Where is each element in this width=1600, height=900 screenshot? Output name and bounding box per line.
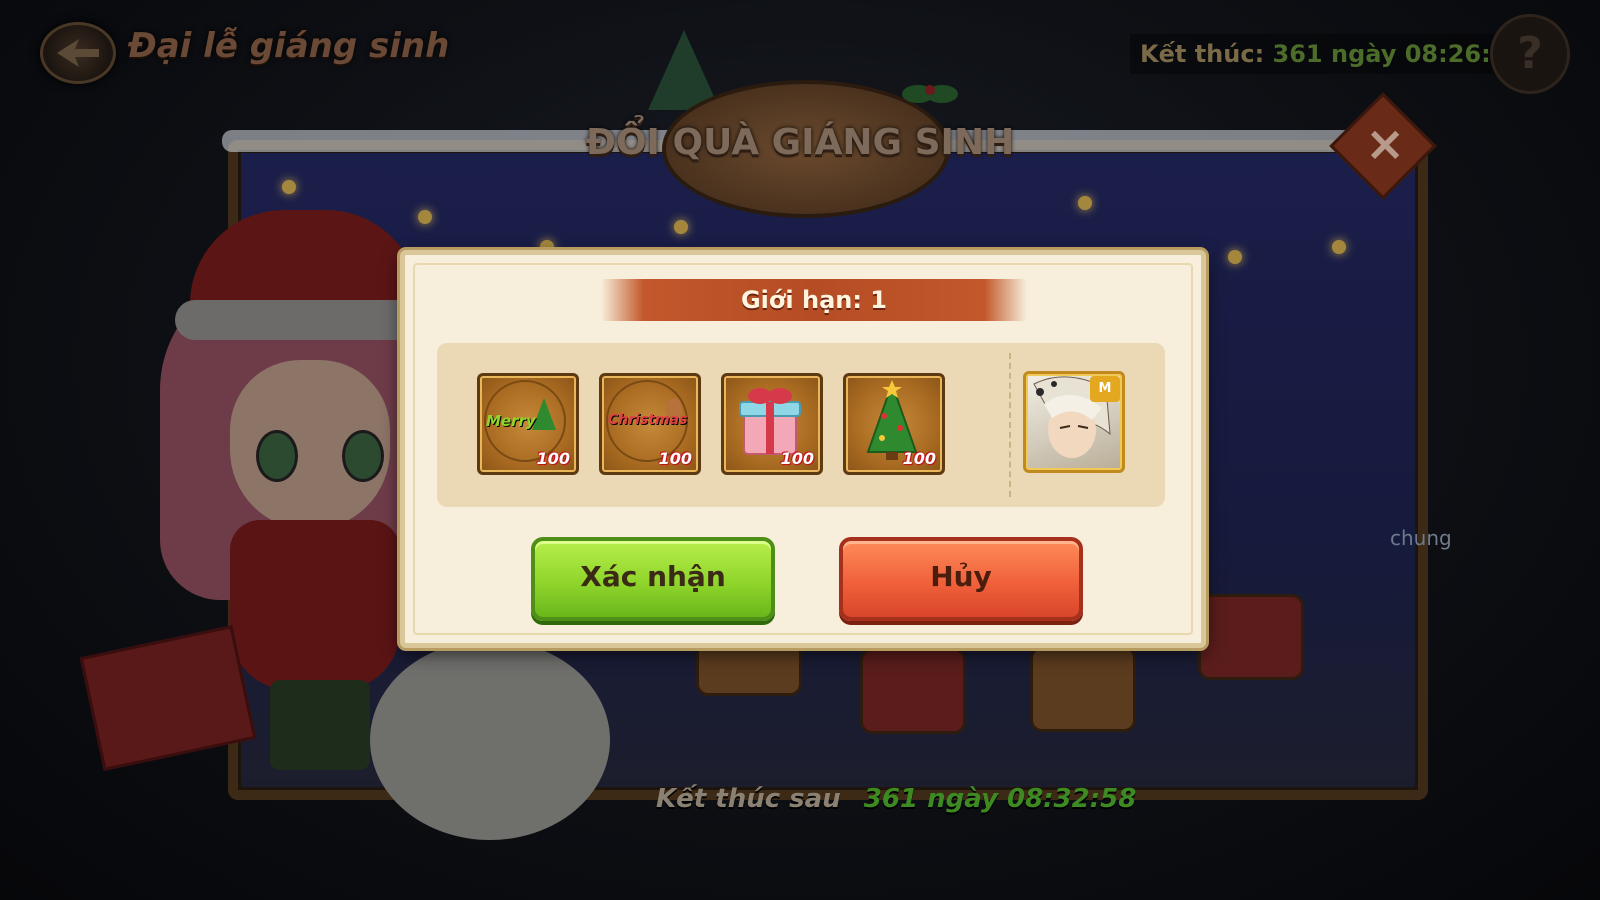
footer-timer: Kết thúc sau 361 ngày 08:32:58 [656, 784, 1136, 814]
cost-item-christmas-tree[interactable]: 100 [843, 373, 945, 475]
gift-sack [370, 640, 610, 840]
gift-box[interactable] [1030, 646, 1136, 732]
rank-badge: M [1090, 376, 1120, 402]
cancel-button[interactable]: Hủy [839, 537, 1083, 621]
header-timer: Kết thúc: 361 ngày 08:26:21 [1130, 34, 1535, 74]
shared-label: chung [1390, 526, 1452, 550]
close-icon: × [1365, 115, 1406, 172]
exchange-dialog: Giới hạn: 1 Merry 100 Christmas 100 100 … [400, 250, 1206, 648]
header-timer-value: 361 ngày 08:26:21 [1272, 40, 1525, 68]
event-title: Đại lễ giáng sinh [128, 26, 450, 66]
cost-item-christmas[interactable]: Christmas 100 [599, 373, 701, 475]
item-quantity: 100 [536, 449, 570, 468]
item-quantity: 100 [780, 449, 814, 468]
item-quantity: 100 [658, 449, 692, 468]
footer-timer-value: 361 ngày 08:32:58 [863, 784, 1137, 814]
header-timer-label: Kết thúc: [1140, 40, 1265, 68]
confirm-button[interactable]: Xác nhận [531, 537, 775, 621]
footer-timer-label: Kết thúc sau [656, 784, 841, 814]
cost-item-merry[interactable]: Merry 100 [477, 373, 579, 475]
item-quantity: 100 [902, 449, 936, 468]
panel-title: ĐỔI QUÀ GIÁNG SINH [585, 122, 1015, 163]
help-button[interactable]: ? [1490, 14, 1570, 94]
reward-item[interactable]: M [1023, 371, 1125, 473]
gift-box[interactable] [860, 648, 966, 734]
christmas-label: Christmas [608, 412, 688, 428]
gift-box[interactable] [1198, 594, 1304, 680]
holly-icon [902, 85, 958, 103]
merry-label: Merry [486, 412, 536, 430]
back-button[interactable] [40, 22, 116, 84]
limit-banner: Giới hạn: 1 [601, 279, 1027, 321]
divider [1009, 353, 1011, 497]
back-arrow-icon [57, 39, 99, 67]
cost-item-gift-box[interactable]: 100 [721, 373, 823, 475]
items-panel: Merry 100 Christmas 100 100 100 M [437, 343, 1165, 507]
